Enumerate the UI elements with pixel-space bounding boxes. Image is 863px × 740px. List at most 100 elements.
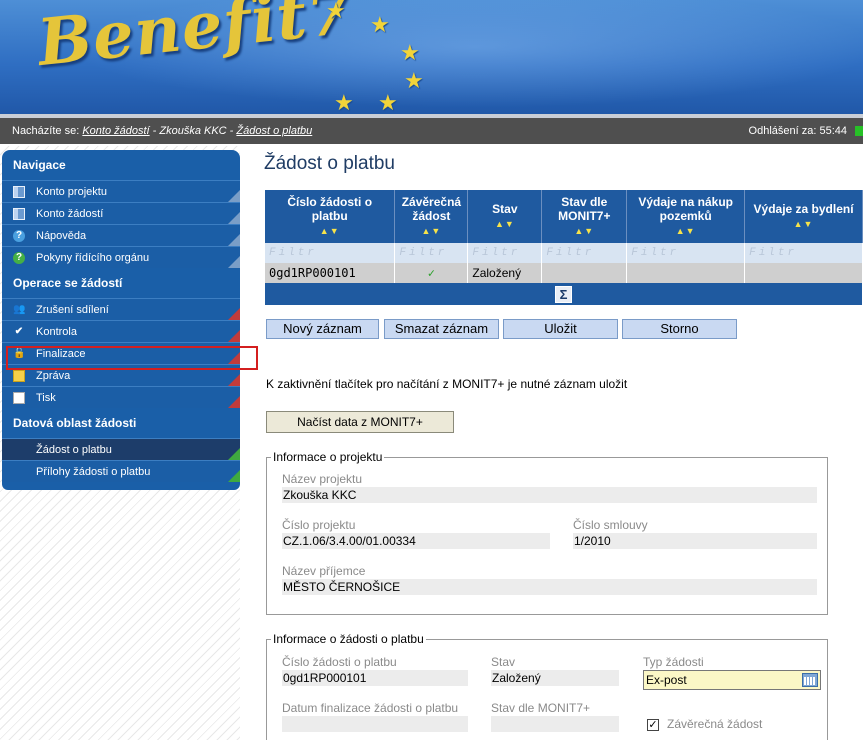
cell-cislo: 0gd1RP000101 <box>265 263 396 283</box>
cell-vydaje-bydleni <box>744 263 863 283</box>
state-monit-field <box>491 716 619 732</box>
column-header-zaverecna[interactable]: Závěrečná žádost ▲▼ <box>394 190 469 243</box>
corner-marker <box>228 448 240 460</box>
payment-requests-grid: Číslo žádosti o platbu ▲▼ Závěrečná žádos… <box>265 190 863 305</box>
sidebar-item-zadost-o-platbu[interactable]: Žádost o platbu <box>2 438 240 460</box>
filter-input[interactable]: Filtr <box>394 243 469 263</box>
request-type-field[interactable]: Ex-post <box>643 670 821 690</box>
column-header-stav[interactable]: Stav ▲▼ <box>467 190 543 243</box>
sidebar-item-label: Přílohy žádosti o platbu <box>36 466 151 478</box>
sidebar-item-label: Konto projektu <box>36 186 107 198</box>
sidebar-item-label: Tisk <box>36 392 56 404</box>
state-monit-label: Stav dle MONIT7+ <box>491 701 591 715</box>
sidebar-item-prilohy[interactable]: Přílohy žádosti o platbu <box>2 460 240 482</box>
filter-input[interactable]: Filtr <box>626 243 746 263</box>
sort-arrows-icon[interactable]: ▲▼ <box>630 224 741 238</box>
final-request-checkbox[interactable]: ✓ <box>647 719 659 731</box>
people-icon: 👥 <box>13 304 26 315</box>
column-header-vydaje-pozemky[interactable]: Výdaje na nákup pozemků ▲▼ <box>626 190 746 243</box>
sort-arrows-icon[interactable]: ▲▼ <box>471 217 538 231</box>
logout-label: Odhlášení za: <box>748 125 817 137</box>
breadcrumb-separator-project: - Zkouška KKC - <box>149 125 237 137</box>
project-number-label: Číslo projektu <box>282 518 356 532</box>
help-green-icon: ? <box>13 252 25 264</box>
logout-time: 55:44 <box>819 125 847 137</box>
recipient-name-field: MĚSTO ČERNOŠICE <box>282 579 817 595</box>
filter-input[interactable]: Filtr <box>744 243 863 263</box>
request-type-value: Ex-post <box>646 673 687 687</box>
cell-stav-monit <box>541 263 628 283</box>
project-name-field: Zkouška KKC <box>282 487 817 503</box>
sidebar-item-label: Pokyny řídícího orgánu <box>36 252 150 264</box>
column-header-cislo[interactable]: Číslo žádosti o platbu ▲▼ <box>265 190 396 243</box>
project-info-legend: Informace o projektu <box>273 450 383 464</box>
mail-icon <box>13 370 25 382</box>
star-icon: ★ <box>334 90 354 115</box>
sidebar-item-kontrola[interactable]: ✔ Kontrola <box>2 320 240 342</box>
sidebar-item-label: Konto žádostí <box>36 208 104 220</box>
location-prefix: Nacházíte se: <box>12 125 80 137</box>
sort-arrows-icon[interactable]: ▲▼ <box>398 224 464 238</box>
sort-arrows-icon[interactable]: ▲▼ <box>748 217 859 231</box>
corner-marker <box>228 470 240 482</box>
corner-marker <box>228 374 240 386</box>
table-row[interactable]: 0gd1RP000101 ✓ Založený <box>265 263 863 283</box>
corner-marker <box>228 256 240 268</box>
sort-arrows-icon[interactable]: ▲▼ <box>268 224 391 238</box>
corner-marker <box>228 330 240 342</box>
final-request-label: Závěrečná žádost <box>667 717 763 731</box>
new-record-button[interactable]: Nový záznam <box>266 319 379 339</box>
column-header-stav-monit[interactable]: Stav dle MONIT7+ ▲▼ <box>541 190 628 243</box>
sidebar-item-label: Nápověda <box>36 230 87 242</box>
request-number-label: Číslo žádosti o platbu <box>282 655 397 669</box>
final-date-field <box>282 716 468 732</box>
star-icon: ★ <box>400 40 420 65</box>
filter-input[interactable]: Filtr <box>467 243 543 263</box>
sidebar-item-zruseni-sdileni[interactable]: 👥 Zrušení sdílení <box>2 298 240 320</box>
star-icon: ★ <box>378 90 398 115</box>
finalizace-highlight <box>6 346 258 370</box>
sidebar-item-label: Zpráva <box>36 370 71 382</box>
help-icon: ? <box>13 230 25 242</box>
request-state-label: Stav <box>491 655 516 669</box>
contract-number-label: Číslo smlouvy <box>573 518 648 532</box>
sidebar-item-konto-zadosti[interactable]: Konto žádostí <box>2 202 240 224</box>
breadcrumb-current-link[interactable]: Žádost o platbu <box>236 125 312 137</box>
contract-number-field: 1/2010 <box>573 533 817 549</box>
star-icon: ★ <box>326 0 346 23</box>
sidebar-item-tisk[interactable]: Tisk <box>2 386 240 408</box>
document-icon <box>13 392 25 404</box>
sidebar: Navigace Konto projektu Konto žádostí ? … <box>2 150 240 490</box>
check-icon: ✔ <box>14 326 24 337</box>
delete-record-button[interactable]: Smazat záznam <box>384 319 499 339</box>
column-header-vydaje-bydleni[interactable]: Výdaje za bydlení ▲▼ <box>744 190 863 243</box>
sidebar-item-pokyny[interactable]: ? Pokyny řídícího orgánu <box>2 246 240 268</box>
filter-input[interactable]: Filtr <box>541 243 628 263</box>
grid-footer: Σ <box>265 283 863 305</box>
sidebar-section-datova-oblast: Datová oblast žádosti <box>13 416 137 430</box>
cancel-button[interactable]: Storno <box>622 319 737 339</box>
location-bar: Nacházíte se: Konto žádostí - Zkouška KK… <box>0 118 863 144</box>
breadcrumb-konto-zadosti-link[interactable]: Konto žádostí <box>82 125 149 137</box>
final-date-label: Datum finalizace žádosti o platbu <box>282 701 459 715</box>
cell-zaverecna: ✓ <box>394 263 469 283</box>
sidebar-item-napoveda[interactable]: ? Nápověda <box>2 224 240 246</box>
recipient-name-label: Název příjemce <box>282 564 366 578</box>
sidebar-item-label: Zrušení sdílení <box>36 304 109 316</box>
corner-marker <box>228 234 240 246</box>
sort-arrows-icon[interactable]: ▲▼ <box>545 224 623 238</box>
page-title: Žádost o platbu <box>264 153 395 174</box>
calendar-icon[interactable] <box>802 673 818 687</box>
sum-icon[interactable]: Σ <box>555 285 572 303</box>
header-banner: Benefit7 ★ ★ ★ ★ ★ ★ <box>0 0 863 118</box>
load-monit-button[interactable]: Načíst data z MONIT7+ <box>266 411 454 433</box>
corner-marker <box>228 212 240 224</box>
sidebar-item-label: Kontrola <box>36 326 77 338</box>
sidebar-item-konto-projektu[interactable]: Konto projektu <box>2 180 240 202</box>
project-number-field: CZ.1.06/3.4.00/01.00334 <box>282 533 550 549</box>
sidebar-section-navigace: Navigace <box>13 158 66 172</box>
request-state-field: Založený <box>491 670 619 686</box>
save-button[interactable]: Uložit <box>503 319 618 339</box>
book-icon <box>13 208 25 220</box>
filter-input[interactable]: Filtr <box>265 243 396 263</box>
